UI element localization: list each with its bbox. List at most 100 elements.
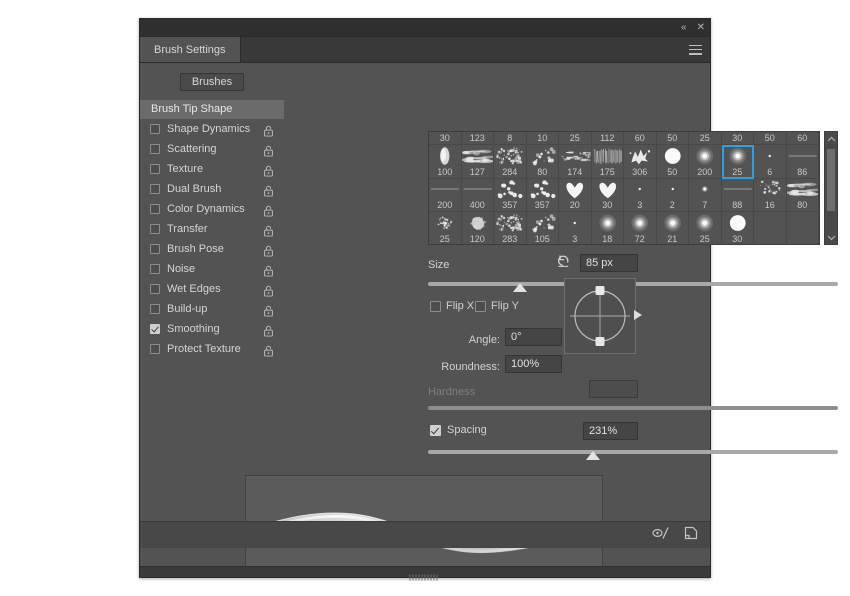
brush-preset-cell[interactable]: 112 [591, 132, 624, 146]
brush-preset-cell[interactable]: 283 [494, 212, 527, 244]
lock-icon[interactable] [264, 144, 273, 157]
brush-preset-cell[interactable]: 60 [786, 132, 819, 146]
sidebar-item-build-up[interactable]: Build-up [140, 299, 284, 319]
lock-icon[interactable] [264, 304, 273, 317]
option-checkbox[interactable] [150, 204, 160, 214]
lock-icon[interactable] [264, 224, 273, 237]
option-checkbox[interactable] [150, 324, 160, 334]
brush-preset-cell[interactable]: 25 [429, 212, 462, 244]
sidebar-item-smoothing[interactable]: Smoothing [140, 319, 284, 339]
brush-grid-scrollbar[interactable] [824, 131, 838, 245]
lock-icon[interactable] [264, 344, 273, 357]
option-checkbox[interactable] [150, 124, 160, 134]
lock-icon[interactable] [264, 244, 273, 257]
brushes-button[interactable]: Brushes [180, 73, 244, 91]
option-checkbox[interactable] [150, 164, 160, 174]
brush-preset-cell[interactable]: 357 [526, 178, 559, 213]
brush-preset-cell[interactable]: 50 [656, 132, 689, 146]
spacing-value-field[interactable]: 231% [583, 422, 638, 440]
option-checkbox[interactable] [150, 184, 160, 194]
sidebar-item-dual-brush[interactable]: Dual Brush [140, 179, 284, 199]
brush-preset-cell[interactable]: 88 [721, 178, 754, 213]
sidebar-item-wet-edges[interactable]: Wet Edges [140, 279, 284, 299]
reset-arrow-icon[interactable] [556, 253, 571, 273]
flip-x-checkbox-row[interactable]: Flip X [430, 300, 474, 312]
spacing-slider-track[interactable] [428, 450, 838, 454]
brush-preset-cell[interactable]: 80 [786, 178, 819, 213]
brush-preset-cell[interactable]: 2 [656, 178, 689, 213]
brush-preset-cell[interactable]: 18 [592, 212, 624, 244]
lock-icon[interactable] [264, 184, 273, 197]
brush-preset-cell[interactable]: 25 [689, 132, 722, 146]
brush-preset-cell[interactable]: 105 [527, 212, 559, 244]
angle-value-field[interactable]: 0° [505, 328, 562, 346]
brush-preset-cell[interactable]: 25 [559, 132, 592, 146]
sidebar-item-brush-tip-shape[interactable]: Brush Tip Shape [140, 100, 284, 119]
brush-preset-cell[interactable]: 10 [526, 132, 559, 146]
brush-preset-cell[interactable]: 6 [754, 145, 787, 179]
sidebar-item-transfer[interactable]: Transfer [140, 219, 284, 239]
brush-preset-cell[interactable]: 123 [461, 132, 494, 146]
brush-preset-cell[interactable]: 30 [591, 178, 624, 213]
option-checkbox[interactable] [150, 244, 160, 254]
hamburger-menu-icon[interactable] [689, 44, 702, 55]
spacing-checkbox-row[interactable]: Spacing [430, 424, 487, 436]
brush-preset-cell[interactable]: 50 [656, 145, 689, 179]
size-value-field[interactable]: 85 px [580, 254, 638, 272]
brush-preset-cell[interactable]: 20 [559, 178, 592, 213]
lock-icon[interactable] [264, 264, 273, 277]
option-checkbox[interactable] [150, 224, 160, 234]
close-icon[interactable]: ✕ [697, 23, 705, 33]
new-brush-page-icon[interactable] [684, 526, 698, 545]
size-slider-thumb[interactable] [513, 283, 527, 292]
brush-preset-cell[interactable]: 60 [624, 132, 657, 146]
sidebar-item-color-dynamics[interactable]: Color Dynamics [140, 199, 284, 219]
chevron-up-icon[interactable] [825, 132, 837, 145]
sidebar-item-noise[interactable]: Noise [140, 259, 284, 279]
brush-preset-cell[interactable]: 30 [721, 132, 754, 146]
brush-preset-cell[interactable]: 30 [429, 132, 462, 146]
brush-preset-cell[interactable]: 357 [494, 178, 527, 213]
sidebar-item-protect-texture[interactable]: Protect Texture [140, 339, 284, 359]
brush-preset-cell[interactable]: 100 [429, 145, 462, 179]
brush-preset-cell[interactable]: 80 [526, 145, 559, 179]
collapse-icon[interactable]: « [681, 23, 687, 33]
brush-preset-cell[interactable]: 200 [689, 145, 722, 179]
flip-x-checkbox[interactable] [430, 300, 441, 312]
spacing-slider-thumb[interactable] [586, 451, 600, 460]
tab-brush-settings[interactable]: Brush Settings [140, 37, 241, 62]
brush-preset-cell[interactable]: 120 [462, 212, 494, 244]
brush-preset-cell[interactable]: 175 [591, 145, 624, 179]
option-checkbox[interactable] [150, 264, 160, 274]
flip-y-checkbox[interactable] [475, 300, 486, 312]
brush-preset-cell[interactable]: 127 [461, 145, 494, 179]
option-checkbox[interactable] [150, 304, 160, 314]
lock-icon[interactable] [264, 324, 273, 337]
brush-preset-cell[interactable]: 50 [754, 132, 787, 146]
sidebar-item-shape-dynamics[interactable]: Shape Dynamics [140, 119, 284, 139]
brush-preset-cell[interactable]: 16 [754, 178, 787, 213]
option-checkbox[interactable] [150, 344, 160, 354]
brush-preset-cell[interactable]: 3 [559, 212, 592, 244]
brush-preset-cell[interactable]: 86 [786, 145, 819, 179]
brush-preset-cell[interactable]: 284 [494, 145, 527, 179]
brush-preset-cell[interactable]: 21 [657, 212, 689, 244]
sidebar-item-brush-pose[interactable]: Brush Pose [140, 239, 284, 259]
lock-icon[interactable] [264, 284, 273, 297]
brush-preset-cell[interactable]: 72 [624, 212, 657, 244]
brush-preset-cell[interactable]: 25 [689, 212, 722, 244]
option-checkbox[interactable] [150, 284, 160, 294]
brush-preset-cell[interactable]: 400 [461, 178, 494, 213]
brush-preset-cell[interactable]: 3 [624, 178, 657, 213]
brush-preset-cell[interactable]: 25 [721, 145, 754, 179]
brush-preset-cell[interactable]: 30 [722, 212, 754, 244]
brush-preset-cell[interactable]: 200 [429, 178, 462, 213]
chevron-down-icon[interactable] [825, 231, 837, 244]
brush-preset-cell[interactable]: 8 [494, 132, 527, 146]
lock-icon[interactable] [264, 204, 273, 217]
roundness-value-field[interactable]: 100% [505, 355, 562, 373]
spacing-checkbox[interactable] [430, 424, 441, 436]
sidebar-item-scattering[interactable]: Scattering [140, 139, 284, 159]
brush-preset-cell[interactable]: 7 [689, 178, 722, 213]
brush-pressure-icon[interactable] [652, 526, 670, 545]
